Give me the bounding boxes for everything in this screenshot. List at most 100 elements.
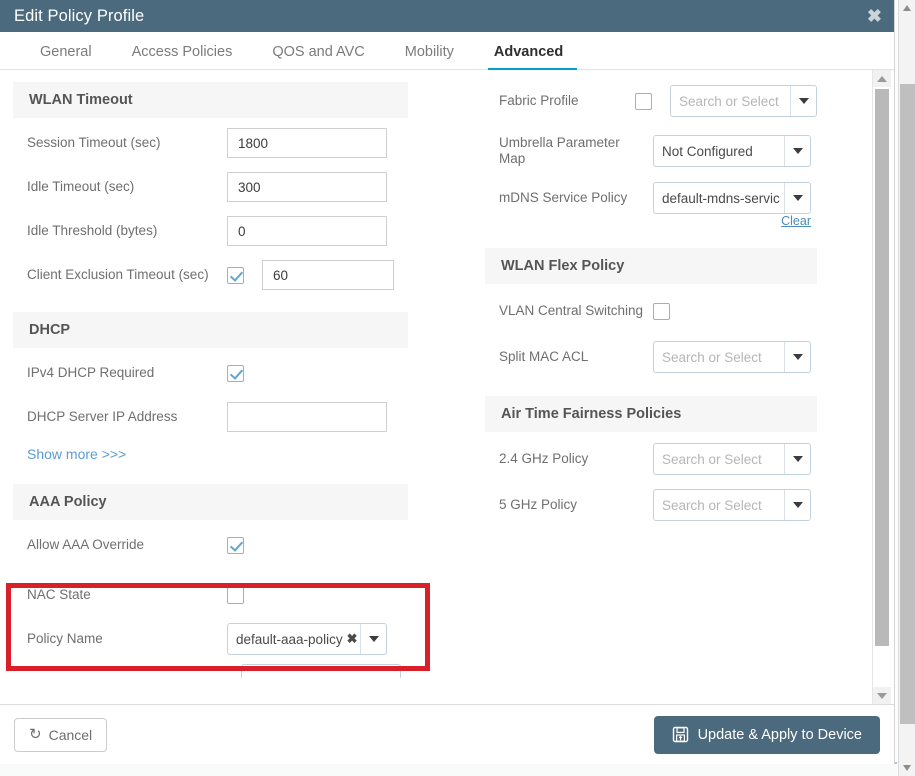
chevron-down-icon[interactable]	[790, 86, 816, 116]
ipv4-dhcp-required-label: IPv4 DHCP Required	[27, 365, 155, 380]
umbrella-parameter-map-select[interactable]: Not Configured	[653, 135, 811, 167]
client-exclusion-timeout-label: Client Exclusion Timeout (sec)	[27, 267, 209, 282]
field-allow-aaa-override: Allow AAA Override	[13, 526, 408, 564]
mdns-service-policy-value: default-mdns-servic	[662, 190, 780, 206]
clear-chip-icon[interactable]: ✖	[347, 631, 358, 647]
cancel-button-label: Cancel	[48, 726, 93, 743]
section-dhcp-header: DHCP	[13, 312, 408, 348]
save-floppy-icon	[672, 726, 689, 743]
form-columns: WLAN Timeout Session Timeout (sec) Idle …	[0, 70, 870, 704]
tab-qos-and-avc[interactable]: QOS and AVC	[252, 44, 384, 69]
vlan-central-switching-checkbox[interactable]	[653, 302, 670, 320]
policy-name-value: default-aaa-policy ✖	[228, 624, 360, 654]
scroll-down-icon[interactable]	[873, 687, 891, 704]
page-scrollbar-thumb[interactable]	[900, 84, 915, 724]
field-5ghz-policy: 5 GHz Policy Search or Select	[485, 486, 817, 524]
mdns-service-policy-label: mDNS Service Policy	[499, 190, 628, 205]
mdns-clear-link[interactable]: Clear	[653, 214, 811, 228]
right-column: Fabric Profile Search or Select Umbrella…	[485, 70, 817, 530]
field-idle-timeout: Idle Timeout (sec)	[13, 168, 408, 206]
show-more-link[interactable]: Show more >>>	[27, 446, 408, 462]
field-idle-threshold: Idle Threshold (bytes)	[13, 212, 408, 250]
field-umbrella-parameter-map: Umbrella Parameter Map Not Configured	[485, 132, 817, 170]
idle-timeout-label: Idle Timeout (sec)	[27, 179, 135, 194]
policy-5ghz-placeholder: Search or Select	[662, 497, 762, 513]
chevron-down-icon[interactable]	[784, 183, 810, 213]
policy-name-label: Policy Name	[27, 631, 103, 646]
page-scroll-up-icon[interactable]	[899, 0, 915, 16]
policy-24ghz-label: 2.4 GHz Policy	[499, 451, 589, 466]
field-24ghz-policy: 2.4 GHz Policy Search or Select	[485, 440, 817, 478]
chevron-down-icon[interactable]	[784, 136, 810, 166]
cancel-button[interactable]: ↻ Cancel	[14, 717, 108, 752]
field-dhcp-server-ip: DHCP Server IP Address	[13, 398, 408, 436]
allow-aaa-override-label: Allow AAA Override	[27, 537, 145, 552]
field-mdns-service-policy: mDNS Service Policy default-mdns-servic …	[485, 182, 817, 228]
section-wlan-timeout-header: WLAN Timeout	[13, 82, 408, 118]
tab-advanced[interactable]: Advanced	[474, 44, 583, 71]
fabric-profile-label: Fabric Profile	[499, 93, 579, 108]
dialog-scrollbar[interactable]	[872, 70, 891, 704]
dialog-body: WLAN Timeout Session Timeout (sec) Idle …	[0, 70, 894, 704]
field-session-timeout: Session Timeout (sec)	[13, 124, 408, 162]
nac-state-checkbox[interactable]	[227, 586, 244, 604]
left-column: WLAN Timeout Session Timeout (sec) Idle …	[13, 82, 408, 678]
idle-timeout-input[interactable]	[227, 172, 387, 202]
close-icon[interactable]: ✖	[867, 7, 882, 25]
dialog-title: Edit Policy Profile	[14, 6, 145, 25]
vlan-central-switching-label: VLAN Central Switching	[499, 303, 644, 318]
scroll-up-icon[interactable]	[873, 70, 891, 87]
dialog-titlebar: Edit Policy Profile ✖	[0, 0, 894, 32]
chevron-down-icon[interactable]	[784, 342, 810, 372]
fabric-profile-checkbox[interactable]	[635, 92, 652, 110]
client-exclusion-timeout-checkbox[interactable]	[227, 266, 244, 284]
idle-threshold-label: Idle Threshold (bytes)	[27, 223, 158, 238]
scrollbar-thumb[interactable]	[875, 89, 889, 646]
field-split-mac-acl: Split MAC ACL Search or Select	[485, 338, 817, 376]
split-mac-acl-label: Split MAC ACL	[499, 349, 589, 364]
policy-24ghz-select[interactable]: Search or Select	[653, 443, 811, 475]
page-scrollbar[interactable]	[898, 0, 915, 776]
policy-5ghz-label: 5 GHz Policy	[499, 497, 578, 512]
tab-mobility[interactable]: Mobility	[385, 44, 474, 69]
undo-icon: ↻	[29, 726, 42, 743]
update-apply-button[interactable]: Update & Apply to Device	[653, 715, 880, 754]
session-timeout-label: Session Timeout (sec)	[27, 135, 161, 150]
chevron-down-icon[interactable]	[360, 624, 386, 654]
fabric-profile-select[interactable]: Search or Select	[670, 85, 817, 117]
nac-state-label: NAC State	[27, 587, 91, 602]
policy-24ghz-placeholder: Search or Select	[662, 451, 762, 467]
field-ipv4-dhcp-required: IPv4 DHCP Required	[13, 354, 408, 392]
policy-name-text: default-aaa-policy	[236, 631, 343, 647]
tab-general[interactable]: General	[20, 44, 112, 69]
dhcp-server-ip-label: DHCP Server IP Address	[27, 409, 178, 424]
dialog-footer: ↻ Cancel Update & Apply to Device	[0, 704, 894, 764]
split-mac-acl-select[interactable]: Search or Select	[653, 341, 811, 373]
chevron-down-icon[interactable]	[784, 490, 810, 520]
page-scroll-down-icon[interactable]	[899, 760, 915, 776]
edit-policy-profile-dialog: Edit Policy Profile ✖ General Access Pol…	[0, 0, 895, 764]
field-vlan-central-switching: VLAN Central Switching	[485, 292, 817, 330]
update-apply-button-label: Update & Apply to Device	[697, 726, 862, 743]
mdns-service-policy-select[interactable]: default-mdns-servic	[653, 182, 811, 214]
client-exclusion-timeout-input[interactable]	[262, 260, 394, 290]
session-timeout-input[interactable]	[227, 128, 387, 158]
partial-select-below[interactable]	[241, 664, 401, 678]
background-page-strip	[0, 762, 897, 776]
tab-bar: General Access Policies QOS and AVC Mobi…	[0, 32, 894, 71]
section-air-time-fairness-header: Air Time Fairness Policies	[485, 396, 817, 432]
policy-name-select[interactable]: default-aaa-policy ✖	[227, 623, 387, 655]
dhcp-server-ip-input[interactable]	[227, 402, 387, 432]
field-nac-state: NAC State	[13, 576, 408, 614]
policy-5ghz-select[interactable]: Search or Select	[653, 489, 811, 521]
idle-threshold-input[interactable]	[227, 216, 387, 246]
chevron-down-icon[interactable]	[784, 444, 810, 474]
section-aaa-policy-header: AAA Policy	[13, 484, 408, 520]
allow-aaa-override-checkbox[interactable]	[227, 536, 244, 554]
ipv4-dhcp-required-checkbox[interactable]	[227, 364, 244, 382]
field-fabric-profile: Fabric Profile Search or Select	[485, 82, 817, 120]
tab-access-policies[interactable]: Access Policies	[112, 44, 253, 69]
section-wlan-flex-policy-header: WLAN Flex Policy	[485, 248, 817, 284]
split-mac-acl-placeholder: Search or Select	[662, 349, 762, 365]
field-policy-name: Policy Name default-aaa-policy ✖	[13, 620, 408, 658]
